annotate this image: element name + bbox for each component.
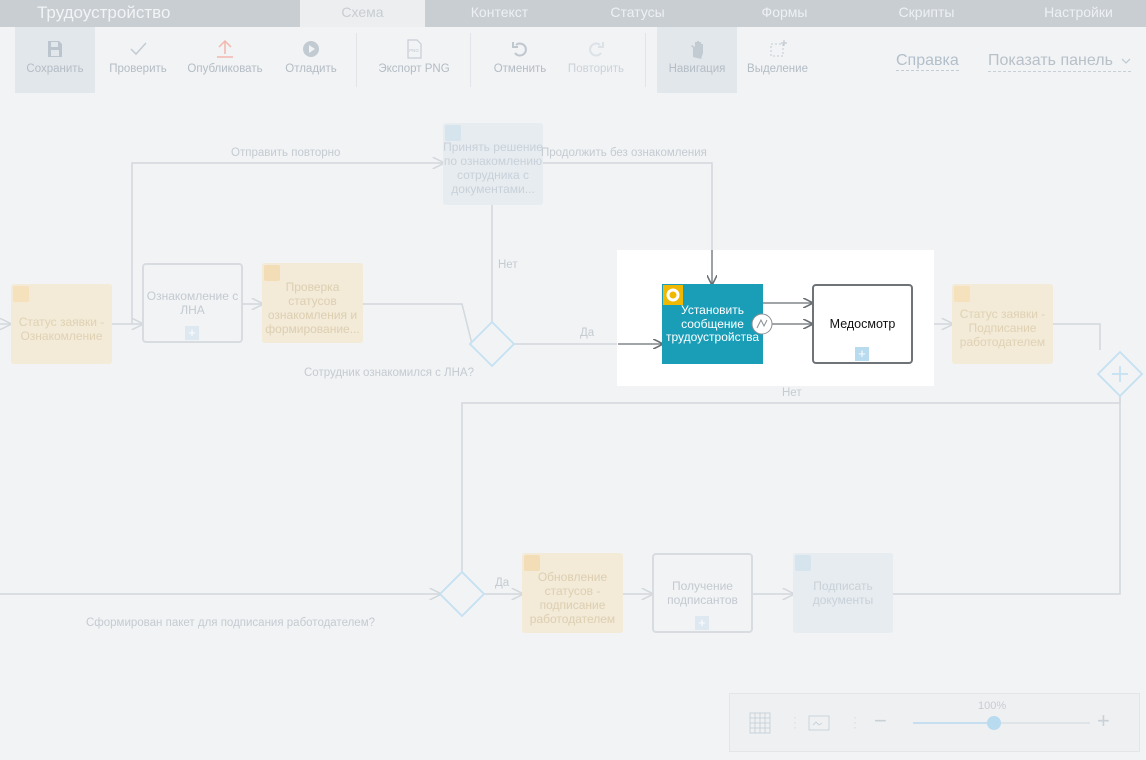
- flow-label-no: Нет: [498, 259, 518, 271]
- flow-label-yes: Да: [580, 327, 595, 339]
- node-status-sign[interactable]: Статус заявки - Подписание работодателем: [952, 284, 1053, 364]
- node-set-message[interactable]: Установить сообщение трудоустройства: [662, 284, 763, 364]
- flow-label-resend: Отправить повторно: [231, 147, 341, 159]
- node-lna-review-text: Ознакомление с ЛНА: [146, 289, 239, 317]
- node-decide-review-text: Принять решение по ознакомлению сотрудни…: [443, 140, 543, 196]
- zoom-in-button[interactable]: +: [1097, 708, 1110, 734]
- node-update-statuses[interactable]: Обновление статусов - подписание работод…: [522, 553, 623, 633]
- node-status-review-text: Статус заявки - Ознакомление: [18, 315, 105, 343]
- zoom-divider: ⋮: [788, 714, 802, 730]
- node-set-message-text: Установить сообщение трудоустройства: [666, 303, 759, 344]
- grid-icon[interactable]: [749, 712, 771, 734]
- user-icon: [795, 555, 811, 571]
- script-icon: [524, 555, 540, 571]
- node-get-signers-text: Получение подписантов: [667, 579, 738, 607]
- expand-icon[interactable]: +: [855, 347, 869, 361]
- node-medical-text: Медосмотр: [829, 317, 896, 331]
- flow-label-continue: Продолжить без ознакомления: [541, 147, 707, 159]
- connectors-layer: [0, 0, 1144, 618]
- node-update-statuses-text: Обновление статусов - подписание работод…: [529, 570, 616, 626]
- node-status-sign-text: Статус заявки - Подписание работодателем: [959, 307, 1046, 349]
- node-sign-docs[interactable]: Подписать документы: [793, 553, 893, 633]
- expand-icon[interactable]: +: [185, 326, 199, 340]
- zoom-divider: ⋮: [848, 714, 862, 730]
- script-icon: [264, 265, 280, 281]
- swap-icon: [13, 286, 29, 302]
- flow-label-no: Нет: [782, 387, 802, 399]
- gateway-package-label: Сформирован пакет для подписания работод…: [86, 617, 375, 629]
- user-icon: [445, 125, 461, 141]
- node-decide-review[interactable]: Принять решение по ознакомлению сотрудни…: [443, 123, 543, 205]
- node-status-review[interactable]: Статус заявки - Ознакомление: [11, 284, 112, 364]
- zoom-out-button[interactable]: −: [874, 708, 887, 734]
- node-check-statuses-text: Проверка статусов ознакомления и формиро…: [265, 280, 360, 336]
- timer-event-icon[interactable]: [751, 313, 773, 335]
- flow-label-yes: Да: [495, 577, 510, 589]
- gear-icon: [663, 285, 683, 305]
- gateway-package[interactable]: [438, 570, 486, 618]
- gateway-lna-label: Сотрудник ознакомился с ЛНА?: [304, 367, 474, 379]
- zoom-slider-fill: [913, 722, 995, 724]
- swap-icon: [954, 286, 970, 302]
- expand-icon[interactable]: +: [695, 616, 709, 630]
- zoom-level: 100%: [978, 700, 1007, 712]
- gateway-lna[interactable]: [468, 320, 516, 368]
- node-sign-docs-text: Подписать документы: [812, 579, 874, 607]
- node-check-statuses[interactable]: Проверка статусов ознакомления и формиро…: [262, 263, 363, 343]
- minimap-icon[interactable]: [808, 714, 830, 732]
